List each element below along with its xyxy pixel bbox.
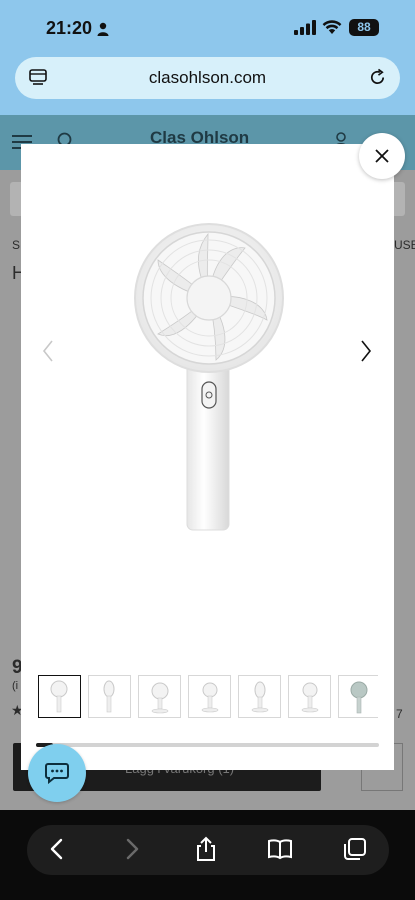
thumbnail-fan-icon (151, 682, 169, 714)
thumbnail-fan-icon (251, 681, 269, 713)
thumbnail-5[interactable] (238, 675, 281, 718)
share-icon[interactable] (193, 836, 219, 862)
breadcrumb-left: S (12, 238, 21, 252)
url-text: clasohlson.com (148, 68, 267, 87)
thumbnail-4[interactable] (188, 675, 231, 718)
chat-button[interactable] (28, 744, 86, 802)
thumbnail-fan-icon (103, 680, 115, 713)
page-menu-icon[interactable] (29, 68, 47, 86)
review-count-partial: 7 (396, 707, 403, 721)
thumbnail-scrollbar[interactable] (36, 743, 379, 747)
thumbnail-3[interactable] (138, 675, 181, 718)
next-image-arrow-icon[interactable] (356, 338, 376, 364)
thumbnail-fan-icon (50, 680, 68, 713)
price-note-partial: (i (12, 680, 19, 692)
status-time: 21:20 (46, 18, 93, 38)
thumbnail-fan-icon (301, 682, 319, 713)
close-icon (375, 149, 389, 163)
thumbnail-7[interactable] (338, 675, 378, 718)
bookmarks-icon[interactable] (267, 836, 293, 862)
chat-icon (45, 763, 69, 784)
product-image-handheld-fan (134, 223, 284, 531)
tabs-icon[interactable] (342, 836, 368, 862)
cellular-signal-icon (294, 20, 316, 35)
thumbnail-fan-icon (350, 681, 368, 714)
forward-icon[interactable] (119, 836, 145, 862)
thumbnail-fan-icon (201, 682, 219, 713)
thumbnail-2[interactable] (88, 675, 131, 718)
battery-indicator: 88 (349, 19, 379, 36)
previous-image-arrow-icon[interactable] (38, 338, 58, 364)
breadcrumb-right: USE (394, 238, 415, 252)
wifi-icon (322, 20, 342, 34)
person-icon (97, 22, 109, 36)
address-bar[interactable]: clasohlson.com (15, 57, 400, 99)
thumbnail-1[interactable] (38, 675, 81, 718)
close-button[interactable] (359, 133, 405, 179)
thumbnail-6[interactable] (288, 675, 331, 718)
back-icon[interactable] (44, 836, 70, 862)
thumbnail-strip (38, 675, 378, 720)
reload-icon[interactable] (368, 68, 387, 87)
